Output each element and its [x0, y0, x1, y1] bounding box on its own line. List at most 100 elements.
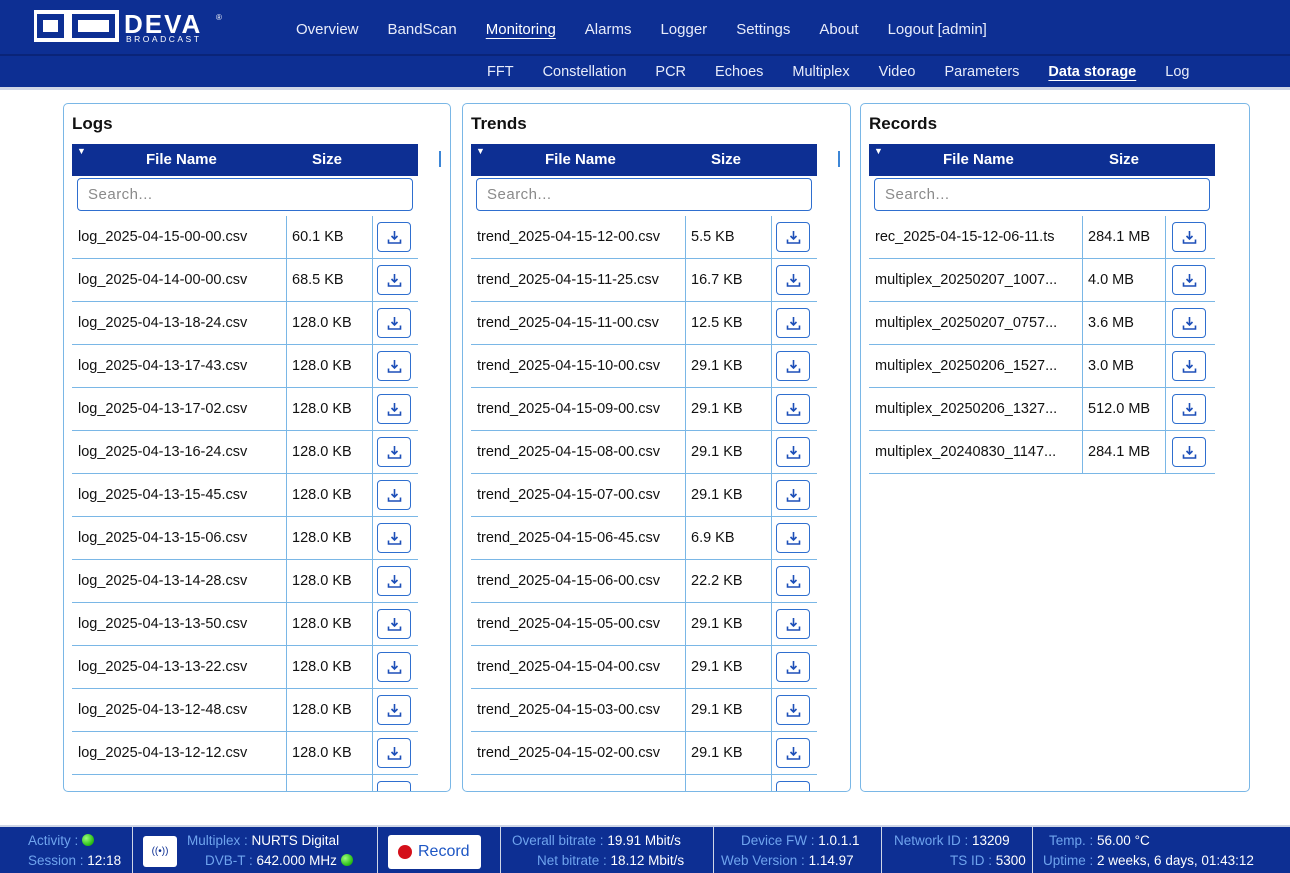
uptime-section: Temp. : 56.00 °C Uptime : 2 weeks, 6 day… — [1033, 827, 1290, 873]
subnav-item-echoes[interactable]: Echoes — [715, 56, 763, 90]
file-name-cell: log_2025-04-14-00-00.csv — [78, 272, 248, 288]
device-fw-line: Device FW : 1.0.1.1 — [741, 833, 860, 848]
records-search-input[interactable] — [875, 179, 1209, 210]
nav-item-overview[interactable]: Overview — [296, 0, 359, 56]
table-row: trend_2025-04-15-06-00.csv 22.2 KB — [471, 560, 817, 603]
download-icon — [387, 704, 402, 717]
records-col-size[interactable]: Size — [1109, 151, 1139, 168]
download-button[interactable] — [377, 351, 411, 381]
download-button[interactable] — [776, 351, 810, 381]
trends-col-file-name[interactable]: File Name — [545, 151, 616, 168]
bitrate-section: Overall bitrate : 19.91 Mbit/s Net bitra… — [500, 827, 714, 873]
activity-label: Activity : — [28, 833, 79, 848]
download-button[interactable] — [776, 652, 810, 682]
download-icon — [786, 532, 801, 545]
download-button[interactable] — [776, 738, 810, 768]
table-row: log_2025-04-13-16-24.csv 128.0 KB — [72, 431, 418, 474]
records-search-box[interactable] — [874, 178, 1210, 211]
download-button[interactable] — [1172, 437, 1206, 467]
uptime-label: Uptime : — [1043, 853, 1094, 868]
download-button[interactable] — [1172, 265, 1206, 295]
nav-item-settings[interactable]: Settings — [736, 0, 790, 56]
file-size-cell: 3.0 MB — [1082, 345, 1166, 387]
sort-caret-icon[interactable]: ▼ — [874, 146, 883, 156]
nav-item-about[interactable]: About — [819, 0, 858, 56]
trends-panel: Trends ▼ File Name Size trend_2025-04-15… — [462, 103, 851, 792]
subnav-item-multiplex[interactable]: Multiplex — [792, 56, 849, 90]
download-button[interactable] — [377, 695, 411, 725]
record-button[interactable]: Record — [388, 835, 481, 869]
download-button[interactable] — [776, 394, 810, 424]
download-button[interactable] — [1172, 222, 1206, 252]
subnav-item-constellation[interactable]: Constellation — [543, 56, 627, 90]
download-button[interactable] — [776, 480, 810, 510]
trends-col-size[interactable]: Size — [711, 151, 741, 168]
table-row: trend_2025-04-15-05-00.csv 29.1 KB — [471, 603, 817, 646]
activity-indicator-icon — [82, 834, 95, 846]
download-button[interactable] — [377, 437, 411, 467]
trends-table-header[interactable]: ▼ File Name Size — [471, 144, 817, 176]
subnav-item-log[interactable]: Log — [1165, 56, 1189, 90]
logs-col-file-name[interactable]: File Name — [146, 151, 217, 168]
download-icon — [387, 489, 402, 502]
download-button[interactable] — [377, 738, 411, 768]
subnav-item-data-storage[interactable]: Data storage — [1048, 56, 1136, 90]
download-button[interactable] — [776, 523, 810, 553]
download-button[interactable] — [1172, 351, 1206, 381]
records-col-file-name[interactable]: File Name — [943, 151, 1014, 168]
logs-scrollbar[interactable] — [439, 151, 441, 167]
download-button[interactable] — [377, 480, 411, 510]
download-button[interactable] — [377, 222, 411, 252]
download-icon — [786, 231, 801, 244]
logs-col-size[interactable]: Size — [312, 151, 342, 168]
ts-id-value: 5300 — [995, 853, 1026, 868]
subnav-item-parameters[interactable]: Parameters — [944, 56, 1019, 90]
download-button[interactable] — [776, 781, 810, 791]
sort-caret-icon[interactable]: ▼ — [77, 146, 86, 156]
download-button[interactable] — [377, 523, 411, 553]
nav-item-logout-admin[interactable]: Logout [admin] — [888, 0, 987, 56]
download-button[interactable] — [377, 781, 411, 791]
nav-item-alarms[interactable]: Alarms — [585, 0, 632, 56]
download-button[interactable] — [776, 437, 810, 467]
trends-scrollbar[interactable] — [838, 151, 840, 167]
logs-search-box[interactable] — [77, 178, 413, 211]
download-icon — [1182, 317, 1197, 330]
file-size-cell: 284.1 MB — [1082, 431, 1166, 473]
download-button[interactable] — [377, 394, 411, 424]
download-button[interactable] — [377, 609, 411, 639]
download-button[interactable] — [776, 695, 810, 725]
download-icon — [786, 661, 801, 674]
nav-item-bandscan[interactable]: BandScan — [388, 0, 457, 56]
download-button[interactable] — [776, 222, 810, 252]
trends-search-box[interactable] — [476, 178, 812, 211]
download-button[interactable] — [377, 265, 411, 295]
file-name-cell: trend_2025-04-15-11-25.csv — [477, 272, 659, 288]
download-button[interactable] — [776, 265, 810, 295]
download-button[interactable] — [776, 609, 810, 639]
download-button[interactable] — [377, 652, 411, 682]
logs-table-header[interactable]: ▼ File Name Size — [72, 144, 418, 176]
nav-item-monitoring[interactable]: Monitoring — [486, 0, 556, 56]
subnav-item-video[interactable]: Video — [879, 56, 916, 90]
trends-search-input[interactable] — [477, 179, 811, 210]
file-size-cell: 128.0 KB — [286, 646, 373, 688]
download-button[interactable] — [776, 566, 810, 596]
logs-search-input[interactable] — [78, 179, 412, 210]
download-button[interactable] — [1172, 394, 1206, 424]
download-icon — [387, 403, 402, 416]
download-button[interactable] — [377, 566, 411, 596]
download-button[interactable] — [1172, 308, 1206, 338]
subnav-item-pcr[interactable]: PCR — [655, 56, 686, 90]
sort-caret-icon[interactable]: ▼ — [476, 146, 485, 156]
uptime-line: Uptime : 2 weeks, 6 days, 01:43:12 — [1043, 853, 1254, 868]
subnav-item-fft[interactable]: FFT — [487, 56, 514, 90]
download-button[interactable] — [776, 308, 810, 338]
broadcast-icon[interactable]: ((•)) — [143, 836, 177, 867]
deva-broadcast-logo[interactable]: DEVA BROADCAST ® — [34, 9, 236, 45]
download-button[interactable] — [377, 308, 411, 338]
table-row: log_2025-04-14-00-00.csv 68.5 KB — [72, 259, 418, 302]
records-table-header[interactable]: ▼ File Name Size — [869, 144, 1215, 176]
record-label: Record — [418, 843, 470, 860]
nav-item-logger[interactable]: Logger — [660, 0, 707, 56]
